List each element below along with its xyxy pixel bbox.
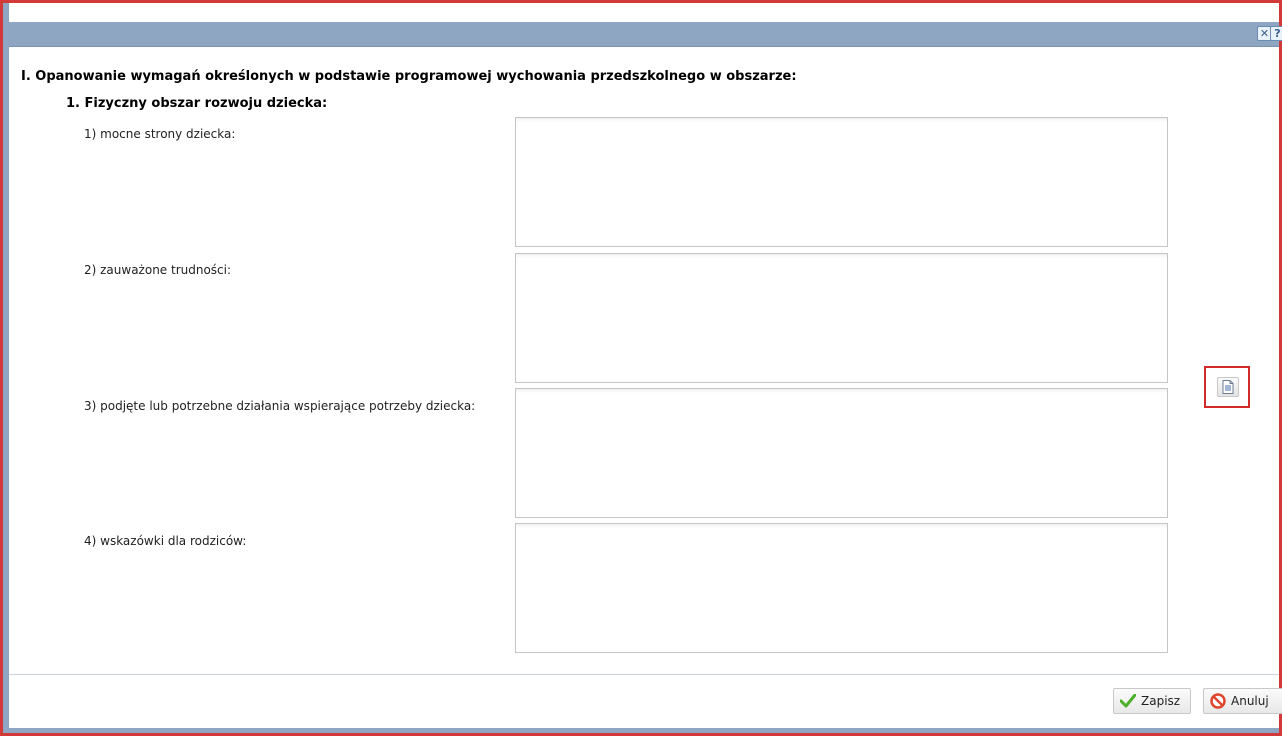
label-strengths: 1) mocne strony dziecka: — [84, 127, 236, 141]
document-button[interactable] — [1217, 377, 1239, 397]
strengths-textarea[interactable] — [515, 117, 1168, 247]
window-left-edge — [3, 3, 9, 733]
cancel-button-label: Anuluj — [1231, 694, 1269, 708]
dialog-window: ✕ ? I. Opanowanie wymagań określonych w … — [0, 0, 1282, 736]
subsection-title: 1. Fizyczny obszar rozwoju dziecka: — [66, 96, 328, 111]
window-bottom-edge — [3, 728, 1279, 733]
document-icon — [1222, 380, 1234, 394]
highlight-box — [1204, 366, 1250, 408]
label-support-actions: 3) podjęte lub potrzebne działania wspie… — [84, 399, 476, 413]
save-button-label: Zapisz — [1141, 694, 1181, 708]
checkmark-icon — [1120, 694, 1136, 708]
section-title: I. Opanowanie wymagań określonych w pods… — [21, 69, 797, 84]
dialog-footer: Zapisz Anuluj — [9, 675, 1282, 730]
label-parent-guidance: 4) wskazówki dla rodziców: — [84, 534, 247, 548]
cancel-button[interactable]: Anuluj — [1203, 688, 1282, 714]
support-actions-textarea[interactable] — [515, 388, 1168, 518]
difficulties-textarea[interactable] — [515, 253, 1168, 383]
label-difficulties: 2) zauważone trudności: — [84, 263, 232, 277]
parent-guidance-textarea[interactable] — [515, 523, 1168, 653]
no-entry-icon — [1210, 693, 1226, 709]
save-button[interactable]: Zapisz — [1113, 688, 1191, 714]
